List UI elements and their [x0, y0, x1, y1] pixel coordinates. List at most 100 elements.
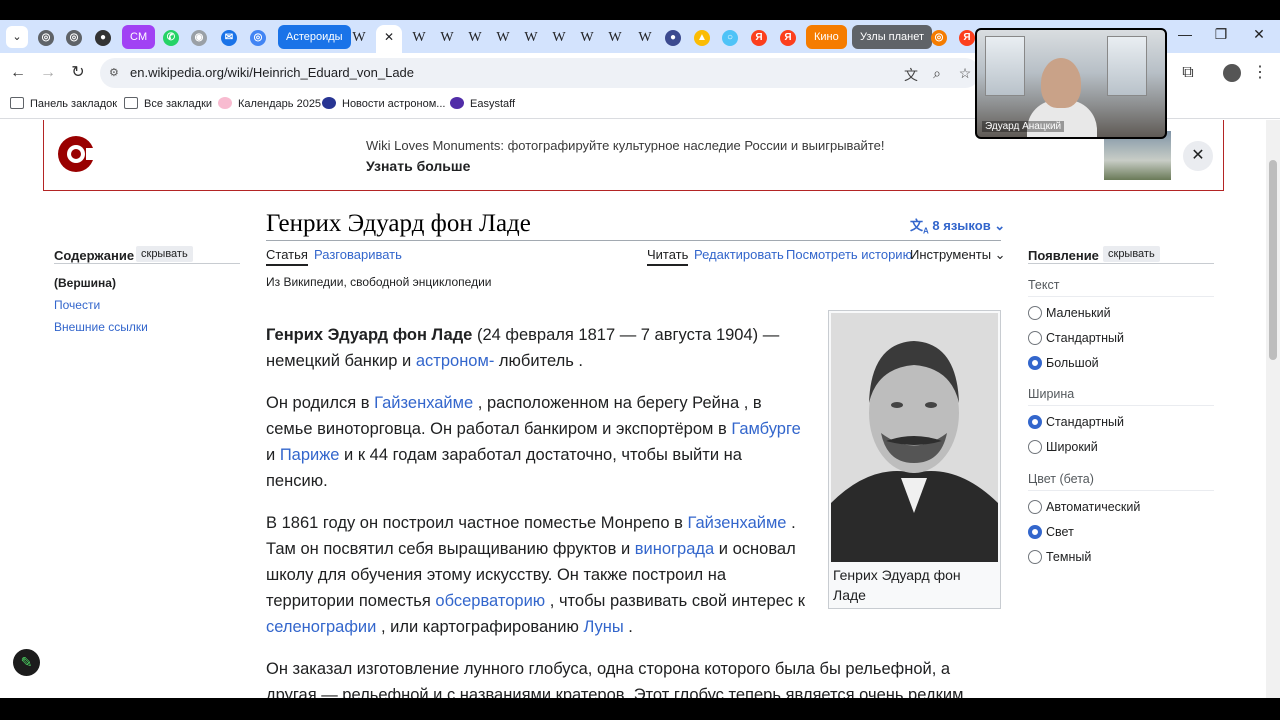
translate-icon[interactable]: 文	[902, 65, 920, 85]
divider	[1028, 490, 1214, 491]
address-bar[interactable]: ⚙ en.wikipedia.org/wiki/Heinrich_Eduard_…	[100, 58, 980, 88]
link-geisenheim[interactable]: Гайзенхайме	[687, 514, 786, 532]
radio-width-standard[interactable]: Стандартный	[1028, 415, 1124, 429]
tab-yandex-icon[interactable]: Я	[775, 25, 801, 49]
tab-wikipedia-icon[interactable]: W	[346, 25, 372, 49]
radio-color-dark[interactable]: Темный	[1028, 550, 1091, 564]
browser-window: ⌄ ◎ ◎ ● CM ✆ ◉ ✉ ◎ Астероиды W ✕ W W W W…	[0, 20, 1280, 698]
restore-icon[interactable]: ❐	[1206, 26, 1236, 43]
link-observatory[interactable]: обсерваторию	[435, 592, 545, 610]
avatar[interactable]	[1220, 61, 1244, 85]
color-group-label: Цвет (бета)	[1028, 472, 1094, 486]
tab-kino[interactable]: Кино	[806, 25, 847, 49]
menu-icon[interactable]: ⋮	[1248, 61, 1272, 85]
folder-icon	[10, 97, 24, 109]
bookmark-item[interactable]: Календарь 2025	[218, 97, 321, 110]
scrollbar-thumb[interactable]	[1269, 160, 1277, 360]
text-size-group-label: Текст	[1028, 278, 1060, 292]
tab-search-chevron-icon[interactable]: ⌄	[6, 26, 28, 48]
edit-pencil-icon[interactable]: ✎	[13, 649, 40, 676]
reload-icon[interactable]: ↻	[66, 61, 90, 85]
webcam-overlay: Эдуард Анацкий	[975, 28, 1167, 139]
bookmark-item[interactable]: Новости астроном...	[322, 97, 445, 110]
tab-uzly-planet[interactable]: Узлы планет	[852, 25, 933, 49]
tab-history[interactable]: Посмотреть историю	[786, 247, 912, 262]
tab-favicon[interactable]: ◉	[186, 25, 212, 49]
language-button[interactable]: 文A 8 языков ⌄	[910, 215, 1005, 236]
window-close-icon[interactable]: ✕	[1244, 26, 1274, 43]
tools-menu[interactable]: Инструменты ⌄	[910, 247, 1006, 263]
tab-wikipedia-icon[interactable]: W	[434, 25, 460, 49]
tab-wikipedia-icon[interactable]: W	[574, 25, 600, 49]
toc-item-honors[interactable]: Почести	[54, 298, 100, 312]
toc-item-top[interactable]: (Вершина)	[54, 276, 116, 290]
easystaff-icon	[450, 97, 464, 109]
tab-mail-icon[interactable]: ✉	[216, 25, 242, 49]
bookmark-item[interactable]: Панель закладок	[10, 97, 117, 110]
tab-wikipedia-icon[interactable]: W	[490, 25, 516, 49]
site-info-icon[interactable]: ⚙	[109, 66, 123, 80]
tab-favicon[interactable]: ◎	[245, 25, 271, 49]
tab-wikipedia-icon[interactable]: W	[546, 25, 572, 49]
tab-wikipedia-icon[interactable]: W	[462, 25, 488, 49]
bookmark-item[interactable]: Easystaff	[450, 97, 515, 110]
back-icon[interactable]: ←	[6, 61, 30, 85]
tab-wikipedia-icon[interactable]: W	[406, 25, 432, 49]
bookmark-star-icon[interactable]: ☆	[956, 65, 974, 82]
tab-edit[interactable]: Редактировать	[694, 247, 784, 262]
tab-yandex-icon[interactable]: Я	[746, 25, 772, 49]
window-graphic	[1107, 36, 1147, 96]
tab-favicon[interactable]: ◎	[926, 25, 952, 49]
radio-color-light[interactable]: Свет	[1028, 525, 1074, 539]
page-content: Wiki Loves Monuments: фотографируйте кул…	[0, 120, 1266, 698]
tab-article[interactable]: Статья	[266, 247, 308, 266]
paragraph-4: Он заказал изготовление лунного глобуса,…	[266, 660, 964, 698]
link-geisenheim[interactable]: Гайзенхайме	[374, 394, 473, 412]
tab-favicon[interactable]: ●	[660, 25, 686, 49]
radio-text-large[interactable]: Большой	[1028, 356, 1099, 370]
wikipedia-icon: W	[468, 29, 482, 45]
tab-favicon[interactable]: ◎	[61, 25, 87, 49]
paragraph-1: Генрих Эдуард фон Ладе (24 февраля 1817 …	[266, 326, 780, 370]
toc-hide-button[interactable]: скрывать	[136, 246, 193, 262]
tab-whatsapp-icon[interactable]: ✆	[158, 25, 184, 49]
minimize-icon[interactable]: —	[1170, 26, 1200, 42]
extensions-icon[interactable]: ⧉	[1176, 61, 1200, 85]
toc-item-external-links[interactable]: Внешние ссылки	[54, 320, 148, 334]
learn-more-link[interactable]: Узнать больше	[366, 158, 470, 174]
infobox: Генрих Эдуард фон Ладе	[828, 310, 1001, 609]
link-grape[interactable]: винограда	[635, 540, 714, 558]
tab-wikipedia-icon[interactable]: W	[602, 25, 628, 49]
portrait-image[interactable]	[831, 313, 998, 562]
tab-talk[interactable]: Разговаривать	[314, 247, 402, 262]
page-scrollbar[interactable]	[1266, 120, 1280, 698]
tab-cm[interactable]: CM	[122, 25, 156, 49]
tab-favicon[interactable]: ▲	[689, 25, 715, 49]
url-text[interactable]: en.wikipedia.org/wiki/Heinrich_Eduard_vo…	[130, 65, 414, 80]
tab-active-close-icon[interactable]: ✕	[376, 25, 402, 53]
forward-icon[interactable]: →	[36, 61, 60, 85]
radio-width-wide[interactable]: Широкий	[1028, 440, 1098, 454]
radio-text-standard[interactable]: Стандартный	[1028, 331, 1124, 345]
radio-icon	[1028, 440, 1042, 454]
link-paris[interactable]: Париже	[280, 446, 340, 464]
banner-close-button[interactable]: ✕	[1183, 141, 1213, 171]
radio-text-small[interactable]: Маленький	[1028, 306, 1111, 320]
tab-wikipedia-icon[interactable]: W	[518, 25, 544, 49]
appearance-hide-button[interactable]: скрывать	[1103, 246, 1160, 262]
zoom-icon[interactable]: ⌕	[928, 65, 946, 82]
radio-icon	[1028, 331, 1042, 345]
tab-asteroids[interactable]: Астероиды	[278, 25, 351, 49]
link-moon[interactable]: Луны	[583, 618, 623, 636]
bookmark-item[interactable]: Все закладки	[124, 97, 212, 110]
tab-read[interactable]: Читать	[647, 247, 689, 266]
radio-color-auto[interactable]: Автоматический	[1028, 500, 1140, 514]
tab-favicon[interactable]: ○	[717, 25, 743, 49]
tab-favicon[interactable]: ●	[90, 25, 116, 49]
tab-wikipedia-icon[interactable]: W	[632, 25, 658, 49]
link-astronomer[interactable]: астроном-	[416, 352, 494, 370]
link-hamburg[interactable]: Гамбурге	[731, 420, 801, 438]
radio-checked-icon	[1028, 525, 1042, 539]
tab-favicon[interactable]: ◎	[33, 25, 59, 49]
link-selenography[interactable]: селенографии	[266, 618, 376, 636]
